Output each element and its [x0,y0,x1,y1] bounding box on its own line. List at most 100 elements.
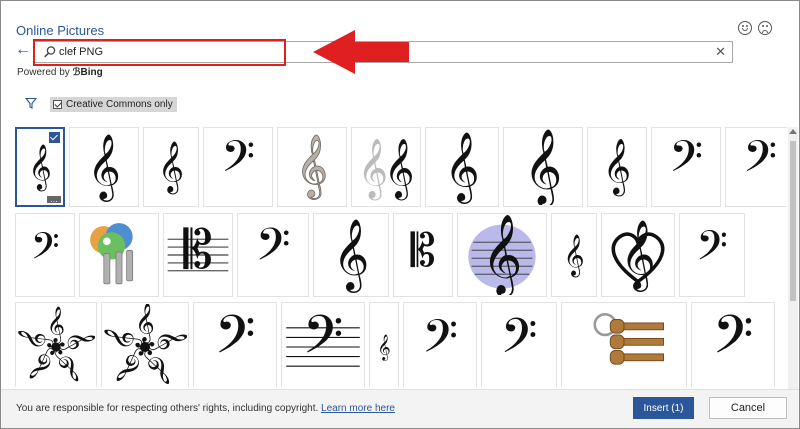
svg-text:𝄞: 𝄞 [296,134,328,200]
svg-text:𝄞: 𝄞 [87,133,121,202]
key-bunch-icon [593,313,664,365]
bass-icon: 𝄢 [712,305,753,379]
svg-text:𝄞: 𝄞 [603,139,631,197]
filter-icon[interactable] [25,97,37,109]
image-result-tile[interactable] [79,213,159,297]
treble-icon: 𝄞 [333,218,370,293]
svg-text:𝄢: 𝄢 [696,221,728,279]
scroll-thumb[interactable] [790,141,796,301]
bass-icon: 𝄢 [221,132,255,193]
image-result-tile[interactable]: 𝄞 [551,213,597,297]
image-result-tile[interactable]: 𝄞 [457,213,547,297]
treble-icon: 𝄞 [603,139,631,197]
image-result-tile[interactable]: 𝄢 [403,302,477,387]
cancel-button[interactable]: Cancel [709,397,787,419]
bass-staff-icon: 𝄢 [286,305,360,379]
image-result-tile[interactable]: 𝄡 [393,213,453,297]
creative-commons-label: Creative Commons only [66,99,173,110]
svg-text:𝄞: 𝄞 [377,334,390,360]
image-result-tile[interactable]: 𝄢 [193,302,277,387]
powered-by-label: Powered by [17,67,70,78]
image-result-tile[interactable]: 𝄞 [503,127,583,207]
image-result-tile[interactable]: 𝄞 [601,213,675,297]
image-result-tile[interactable]: 𝄞… [15,127,65,207]
bass-icon: 𝄢 [669,132,703,193]
creative-commons-checkbox[interactable] [53,100,62,109]
results-scrollbar[interactable] [788,127,798,389]
image-result-tile[interactable]: 𝄢 [237,213,309,297]
bing-label: Bing [80,67,103,78]
dialog-footer: You are responsible for respecting other… [1,389,799,428]
clear-search-icon[interactable]: ✕ [715,44,726,60]
svg-text:𝄞: 𝄞 [482,215,523,295]
treble-icon: 𝄞 [158,140,184,195]
treble-icon: 𝄞 [524,129,563,205]
svg-text:𝄢: 𝄢 [302,305,343,379]
keys-icon [90,223,134,285]
image-result-tile[interactable] [561,302,687,387]
image-result-tile[interactable]: 𝄢 [15,213,75,297]
image-result-tile[interactable]: 𝄢 [481,302,557,387]
svg-text:𝄞: 𝄞 [563,233,584,277]
svg-text:𝄢: 𝄢 [500,308,537,375]
svg-text:𝄞: 𝄞 [524,129,563,205]
flower-icon: 𝄞𝄞𝄞𝄞𝄞 [103,304,187,387]
treble-icon: 𝄞 [87,133,121,202]
annotation-highlight-box [33,39,286,66]
bass-icon: 𝄢 [696,221,728,279]
image-result-tile[interactable]: 𝄢 [679,213,745,297]
svg-text:𝄞: 𝄞 [620,220,656,292]
bass-icon: 𝄢 [256,219,291,282]
svg-text:𝄢: 𝄢 [422,310,458,375]
image-result-tile[interactable]: 𝄞 𝄞 𝄞 𝄞 𝄞 [101,302,189,387]
svg-text:𝄢: 𝄢 [214,305,255,379]
svg-text:𝄢: 𝄢 [221,132,255,193]
treble-pair-icon: 𝄞𝄞 [358,138,415,200]
bass-icon: 𝄢 [31,224,60,277]
treble-icon: 𝄞 [444,132,480,204]
powered-by: Powered by ℬBing [17,67,103,78]
more-options-icon[interactable]: … [47,196,61,204]
alto-icon: 𝄡 [411,224,436,277]
svg-text:𝄡: 𝄡 [411,224,436,277]
insert-button[interactable]: Insert (1) [633,397,694,419]
image-result-tile[interactable]: 𝄢 [281,302,365,387]
svg-text:𝄞: 𝄞 [158,140,184,195]
svg-text:𝄢: 𝄢 [712,305,753,379]
frown-icon[interactable] [758,21,772,35]
learn-more-link[interactable]: Learn more here [321,403,395,414]
image-result-tile[interactable]: 𝄞 [277,127,347,207]
image-result-tile[interactable]: 𝄞 [587,127,647,207]
metal-treble-icon: 𝄞 [296,134,329,201]
svg-text:𝄢: 𝄢 [669,132,703,193]
bass-icon: 𝄢 [214,305,255,379]
image-result-tile[interactable]: 𝄡 [163,213,233,297]
creative-commons-filter[interactable]: Creative Commons only [50,97,177,112]
smile-icon[interactable] [738,21,752,35]
treble-icon: 𝄞 [377,334,390,360]
image-result-tile[interactable]: 𝄢 [203,127,273,207]
online-pictures-dialog: Online Pictures ← ✕ Powered by ℬBing Cre… [0,0,800,429]
treble-icon: 𝄞 [563,233,584,277]
svg-text:𝄢: 𝄢 [743,132,777,193]
svg-text:𝄞: 𝄞 [28,144,51,192]
image-result-tile[interactable]: 𝄢 [651,127,721,207]
svg-text:𝄡: 𝄡 [183,220,212,281]
image-result-tile[interactable]: 𝄞 [69,127,139,207]
scroll-up-icon[interactable] [789,129,797,134]
image-result-tile[interactable]: 𝄢 [725,127,787,207]
back-arrow-icon[interactable]: ← [15,42,31,58]
image-result-tile[interactable]: 𝄞 𝄞 𝄞 𝄞 𝄞 [15,302,97,387]
selected-check-icon[interactable] [49,132,60,143]
image-result-tile[interactable]: 𝄞 [369,302,399,387]
dialog-title: Online Pictures [16,23,105,38]
image-result-tile[interactable]: 𝄞 𝄞 [351,127,421,207]
image-result-tile[interactable]: 𝄢 [691,302,775,387]
image-result-tile[interactable]: 𝄞 [143,127,199,207]
svg-text:𝄢: 𝄢 [256,219,291,282]
svg-text:𝄞: 𝄞 [384,138,414,200]
alto-staff-icon: 𝄡 [167,220,229,281]
image-result-tile[interactable]: 𝄞 [313,213,389,297]
image-result-tile[interactable]: 𝄞 [425,127,499,207]
svg-text:𝄞: 𝄞 [333,218,370,293]
